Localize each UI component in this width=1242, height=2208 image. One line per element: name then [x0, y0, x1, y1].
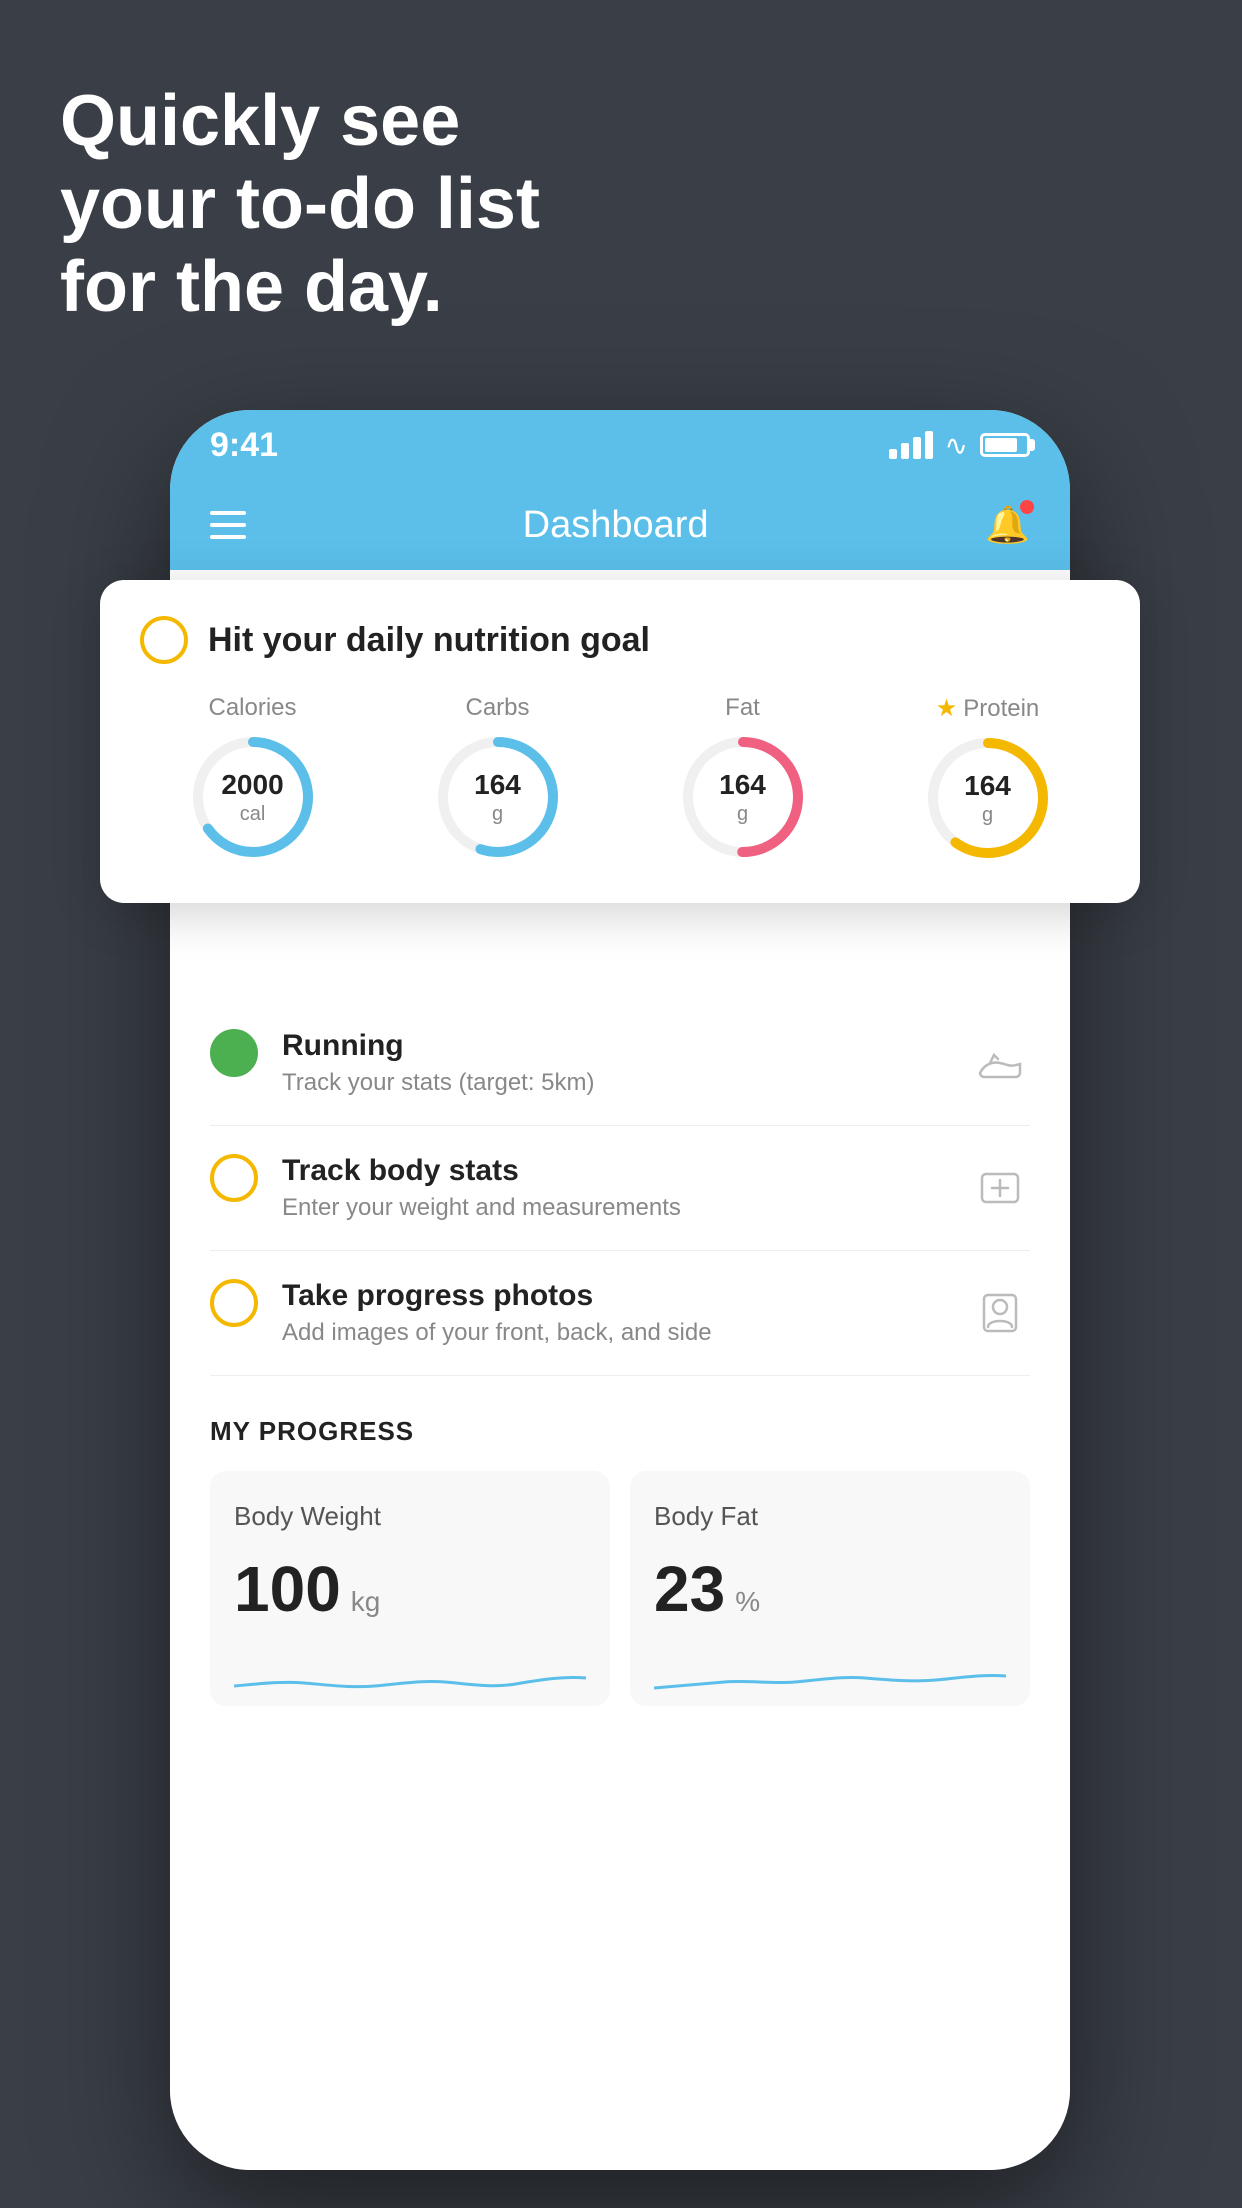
todo-photos-subtitle: Add images of your front, back, and side [282, 1319, 946, 1347]
progress-section: MY PROGRESS Body Weight 100 kg [170, 1376, 1070, 1736]
calories-label: Calories [208, 694, 296, 722]
star-icon: ★ [936, 694, 958, 723]
nutrition-card-title: Hit your daily nutrition goal [208, 621, 650, 660]
scale-icon [970, 1158, 1030, 1218]
nutrition-fat: Fat 164 g [678, 694, 808, 862]
hero-text: Quickly see your to-do list for the day. [60, 80, 540, 328]
body-fat-number: 23 [654, 1552, 725, 1626]
nutrition-calories: Calories 2000 cal [188, 694, 318, 862]
status-bar: 9:41 ∿ [170, 410, 1070, 480]
body-weight-title: Body Weight [234, 1501, 586, 1532]
protein-label-row: ★ Protein [936, 694, 1040, 723]
protein-value: 164 [964, 769, 1011, 803]
todo-item-photos[interactable]: Take progress photos Add images of your … [210, 1251, 1030, 1376]
fat-label: Fat [725, 694, 760, 722]
protein-unit: g [964, 803, 1011, 827]
todo-list: Running Track your stats (target: 5km) T… [170, 1001, 1070, 1376]
todo-item-running-content: Running Track your stats (target: 5km) [282, 1029, 946, 1097]
todo-bodystats-subtitle: Enter your weight and measurements [282, 1194, 946, 1222]
nutrition-carbs: Carbs 164 g [433, 694, 563, 862]
carbs-unit: g [474, 802, 521, 826]
body-fat-value: 23 % [654, 1552, 1006, 1626]
shoe-icon [970, 1033, 1030, 1093]
carbs-value: 164 [474, 768, 521, 802]
protein-circle: 164 g [923, 733, 1053, 863]
floating-nutrition-card: Hit your daily nutrition goal Calories 2… [100, 580, 1140, 903]
progress-cards: Body Weight 100 kg Body Fat 23 [210, 1471, 1030, 1706]
nutrition-row: Calories 2000 cal Carbs [140, 694, 1100, 863]
nav-bar: Dashboard 🔔 [170, 480, 1070, 570]
todo-item-bodystats[interactable]: Track body stats Enter your weight and m… [210, 1126, 1030, 1251]
notification-dot [1020, 500, 1034, 514]
calories-circle: 2000 cal [188, 732, 318, 862]
fat-unit: g [719, 802, 766, 826]
todo-item-running[interactable]: Running Track your stats (target: 5km) [210, 1001, 1030, 1126]
body-weight-chart [234, 1646, 586, 1706]
todo-item-bodystats-content: Track body stats Enter your weight and m… [282, 1154, 946, 1222]
body-fat-card[interactable]: Body Fat 23 % [630, 1471, 1030, 1706]
person-icon [970, 1283, 1030, 1343]
battery-icon [980, 433, 1030, 457]
body-fat-unit: % [735, 1586, 760, 1618]
body-fat-chart [654, 1646, 1006, 1706]
hamburger-menu[interactable] [210, 511, 246, 539]
calories-unit: cal [221, 802, 283, 826]
protein-label: Protein [963, 695, 1039, 723]
checkbox-running[interactable] [210, 1029, 258, 1077]
checkbox-bodystats[interactable] [210, 1154, 258, 1202]
body-weight-value: 100 kg [234, 1552, 586, 1626]
body-weight-unit: kg [351, 1586, 381, 1618]
todo-running-subtitle: Track your stats (target: 5km) [282, 1069, 946, 1097]
bell-icon[interactable]: 🔔 [985, 504, 1030, 546]
status-time: 9:41 [210, 426, 278, 465]
todo-running-title: Running [282, 1029, 946, 1063]
todo-photos-title: Take progress photos [282, 1279, 946, 1313]
nav-title: Dashboard [523, 504, 709, 547]
wifi-icon: ∿ [945, 429, 968, 462]
carbs-label: Carbs [465, 694, 529, 722]
carbs-circle: 164 g [433, 732, 563, 862]
todo-item-photos-content: Take progress photos Add images of your … [282, 1279, 946, 1347]
nutrition-checkbox[interactable] [140, 616, 188, 664]
body-weight-card[interactable]: Body Weight 100 kg [210, 1471, 610, 1706]
fat-circle: 164 g [678, 732, 808, 862]
signal-icon [889, 431, 933, 459]
calories-value: 2000 [221, 768, 283, 802]
nutrition-protein: ★ Protein 164 g [923, 694, 1053, 863]
todo-bodystats-title: Track body stats [282, 1154, 946, 1188]
fat-value: 164 [719, 768, 766, 802]
body-fat-title: Body Fat [654, 1501, 1006, 1532]
card-title-row: Hit your daily nutrition goal [140, 616, 1100, 664]
checkbox-photos[interactable] [210, 1279, 258, 1327]
status-icons: ∿ [889, 429, 1030, 462]
progress-header: MY PROGRESS [210, 1416, 1030, 1447]
body-weight-number: 100 [234, 1552, 341, 1626]
